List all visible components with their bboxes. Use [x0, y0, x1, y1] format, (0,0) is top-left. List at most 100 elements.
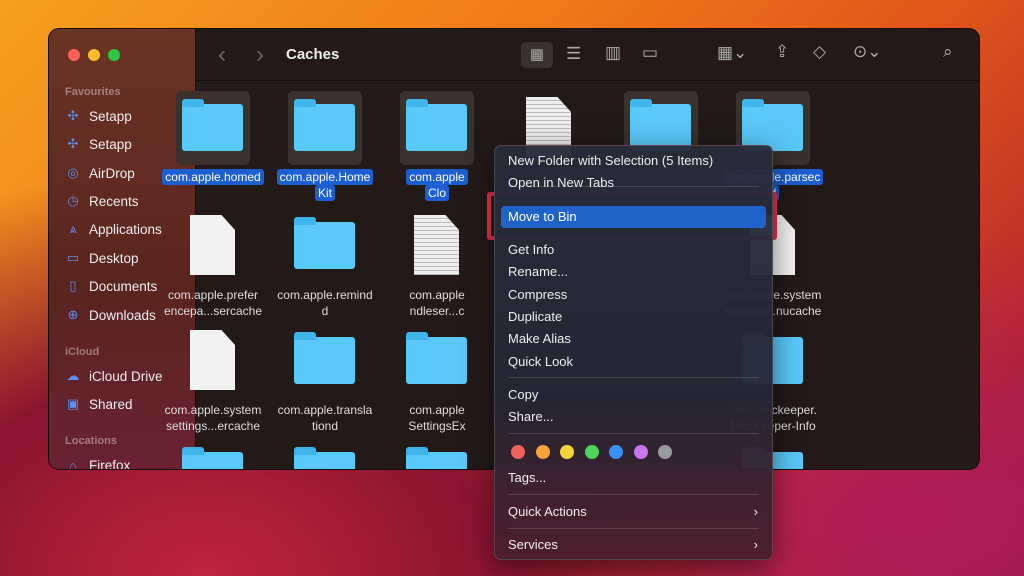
sidebar-section-title: Locations — [65, 435, 117, 447]
group-by-button[interactable]: ▦⌄ — [717, 43, 747, 63]
cloud-icon: ☁ — [66, 368, 80, 383]
context-menu: New Folder with Selection (5 Items) Open … — [494, 145, 773, 560]
sidebar-item-label: Shared — [89, 396, 133, 412]
file-item[interactable]: com.apple.transla tiond — [269, 324, 381, 434]
menu-item-compress[interactable]: Compress — [501, 284, 766, 306]
file-name-line: ndleser...c — [409, 304, 465, 318]
menu-item-open-in-new-tabs[interactable]: Open in New Tabs — [501, 172, 766, 194]
menu-item-get-info[interactable]: Get Info — [501, 239, 766, 261]
column-view-button[interactable]: ▥ — [605, 43, 621, 63]
chevron-right-icon: › — [753, 537, 758, 552]
search-button[interactable]: ⌕ — [943, 42, 953, 62]
minimize-button[interactable] — [88, 49, 100, 61]
file-name-line: settings...ercache — [165, 419, 261, 433]
sidebar-item[interactable]: ◷ Recents — [65, 190, 139, 212]
file-item[interactable]: com.apple.Home Kit — [269, 91, 381, 201]
file-item[interactable]: com.apple.prefer encepa...sercache — [157, 209, 269, 319]
folder-icon — [294, 332, 355, 384]
window-title: Caches — [286, 46, 340, 63]
menu-item-share[interactable]: Share... — [501, 406, 766, 428]
plist-file-icon — [414, 215, 459, 275]
folder-icon — [182, 447, 243, 469]
sidebar-item[interactable]: ▣ Shared — [65, 393, 133, 415]
desktop-icon: ▭ — [66, 250, 80, 265]
menu-separator — [508, 494, 759, 495]
file-item[interactable]: com.apple SettingsEx — [381, 324, 493, 434]
menu-item-services[interactable]: Services › — [501, 534, 766, 556]
sidebar-item-label: Recents — [89, 193, 139, 209]
file-name-line: com.apple.remind — [277, 288, 373, 302]
setapp-icon: ✣ — [67, 136, 79, 151]
sidebar-item[interactable]: ⌂ Firefox — [65, 454, 130, 470]
tag-color-dot[interactable] — [560, 445, 574, 459]
menu-item-make-alias[interactable]: Make Alias — [501, 328, 766, 350]
drive-icon: ⌂ — [69, 457, 77, 470]
icon-view-button[interactable]: ▦ — [521, 42, 553, 68]
menu-item-duplicate[interactable]: Duplicate — [501, 306, 766, 328]
file-item[interactable]: com.apple.remind d — [269, 209, 381, 319]
forward-button[interactable]: › — [256, 41, 264, 69]
sidebar-item-label: iCloud Drive — [89, 368, 163, 384]
file-name-line: Clo — [424, 185, 449, 201]
file-item[interactable]: com.apple Clo — [381, 91, 493, 201]
more-button[interactable]: ⊙⌄ — [853, 42, 882, 62]
tag-color-dot[interactable] — [658, 445, 672, 459]
file-name-line: com.apple.transla — [277, 403, 373, 417]
airdrop-icon: ◎ — [67, 165, 79, 180]
file-item[interactable] — [269, 439, 381, 469]
file-name-line: com.apple — [409, 403, 465, 417]
tag-color-dot[interactable] — [609, 445, 623, 459]
tag-color-dot[interactable] — [535, 445, 550, 459]
sidebar-item[interactable]: ⩓ Applications — [65, 218, 162, 240]
document-icon: ▯ — [69, 278, 77, 293]
file-item[interactable]: com.apple ndleser...c — [381, 209, 493, 319]
folder-icon — [406, 447, 467, 469]
file-icon — [190, 215, 235, 275]
menu-separator — [508, 186, 759, 187]
menu-item-quick-actions[interactable]: Quick Actions › — [501, 501, 766, 523]
folder-icon — [742, 99, 803, 151]
file-item[interactable]: com.apple.homed — [157, 91, 269, 185]
file-item[interactable] — [157, 439, 269, 469]
file-item[interactable]: com.apple.system settings...ercache — [157, 324, 269, 434]
sidebar-item[interactable]: ✣ Setapp — [65, 133, 132, 155]
menu-item-quick-look[interactable]: Quick Look — [501, 351, 766, 373]
menu-item-rename[interactable]: Rename... — [501, 261, 766, 283]
file-name-line: SettingsEx — [408, 419, 466, 433]
toolbar: ‹ › Caches ▦ ☰ ▥ ▭ ▦⌄ ⇪ ◇ ⊙⌄ ⌕ — [196, 29, 979, 81]
menu-separator — [508, 377, 759, 378]
tag-button[interactable]: ◇ — [813, 42, 826, 62]
file-item[interactable] — [381, 439, 493, 469]
file-name-line: com.apple.prefer — [167, 288, 259, 302]
menu-item-move-to-bin[interactable]: Move to Bin — [501, 206, 766, 228]
sidebar-item[interactable]: ☁ iCloud Drive — [65, 365, 163, 387]
close-button[interactable] — [68, 49, 80, 61]
tag-color-dot[interactable] — [584, 445, 599, 459]
sidebar-section-title: Favourites — [65, 86, 121, 98]
menu-item-tags[interactable]: Tags... — [501, 467, 766, 489]
zoom-button[interactable] — [108, 49, 120, 61]
tag-color-dot[interactable] — [633, 445, 648, 459]
file-name-line: com.apple.Home — [276, 169, 374, 185]
sidebar-item[interactable]: ⊕ Downloads — [65, 304, 156, 326]
clock-icon: ◷ — [67, 193, 79, 208]
menu-separator — [508, 528, 759, 529]
sidebar-item-label: Applications — [89, 221, 162, 237]
gallery-view-button[interactable]: ▭ — [642, 43, 658, 63]
download-icon: ⊕ — [67, 307, 79, 322]
folder-icon — [406, 332, 467, 384]
sidebar-item[interactable]: ▯ Documents — [65, 275, 157, 297]
share-button[interactable]: ⇪ — [775, 42, 789, 62]
sidebar-item[interactable]: ✣ Setapp — [65, 105, 132, 127]
list-view-button[interactable]: ☰ — [566, 44, 581, 64]
sidebar-item[interactable]: ◎ AirDrop — [65, 162, 134, 184]
menu-item-new-folder-with-selection-5-items[interactable]: New Folder with Selection (5 Items) — [501, 150, 766, 172]
file-icon — [190, 330, 235, 390]
sidebar-item[interactable]: ▭ Desktop — [65, 247, 139, 269]
back-button[interactable]: ‹ — [218, 41, 226, 69]
setapp-icon: ✣ — [67, 108, 79, 123]
folder-icon — [294, 217, 355, 269]
tag-color-dot[interactable] — [511, 445, 525, 459]
menu-item-copy[interactable]: Copy — [501, 384, 766, 406]
folder-icon — [630, 99, 691, 151]
